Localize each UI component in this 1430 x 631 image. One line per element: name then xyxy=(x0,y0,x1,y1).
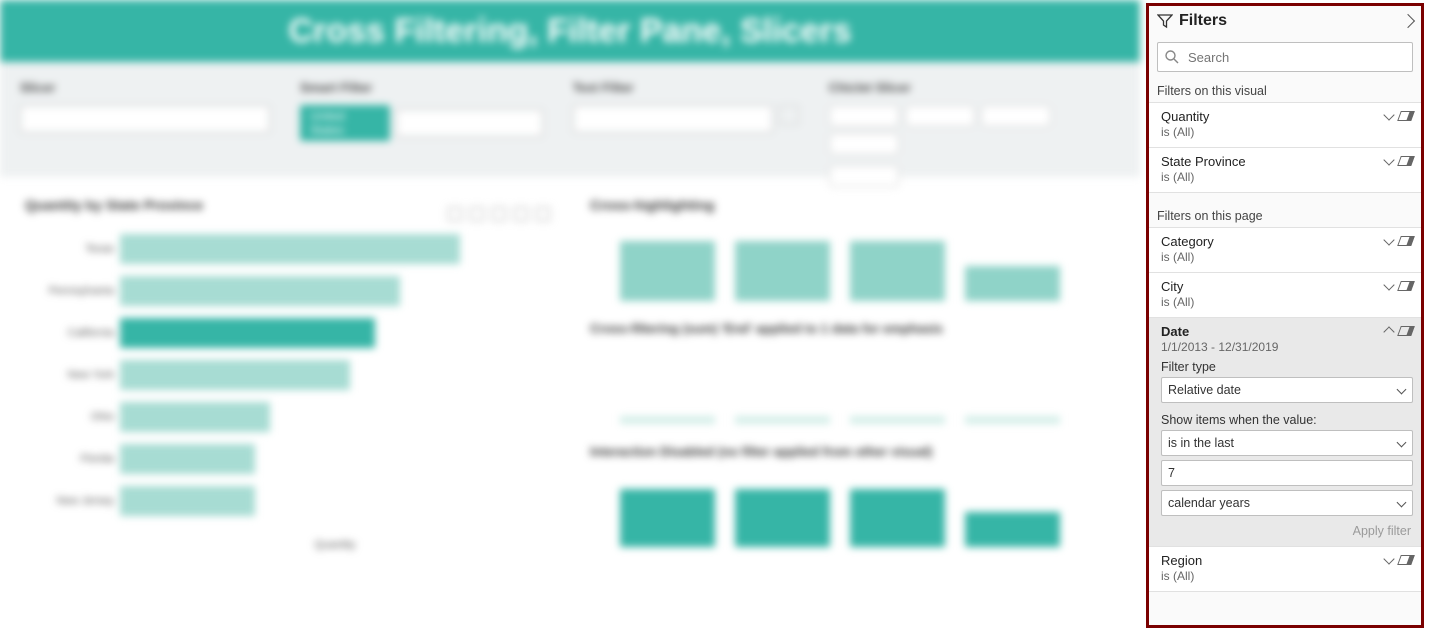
filter-card-date[interactable]: Date 1/1/2013 - 12/31/2019 Filter type R… xyxy=(1149,317,1421,546)
filter-type-label: Filter type xyxy=(1161,360,1413,374)
clear-filter-icon[interactable] xyxy=(1397,555,1415,565)
mini-chart-disabled[interactable]: Interaction Disabled (no filter applied … xyxy=(590,444,1115,547)
filter-name: Category xyxy=(1161,234,1385,249)
smart-filter-dropdown[interactable] xyxy=(396,109,542,137)
filter-icon xyxy=(1157,13,1173,29)
filter-name: Date xyxy=(1161,324,1385,339)
report-canvas: Cross Filtering, Filter Pane, Slicers Sl… xyxy=(0,0,1140,631)
search-icon xyxy=(1164,49,1180,65)
filter-name: City xyxy=(1161,279,1385,294)
eraser-icon[interactable] xyxy=(779,105,799,125)
filter-name: State Province xyxy=(1161,154,1385,169)
slicer-dropdown[interactable] xyxy=(20,105,270,133)
clear-filter-icon[interactable] xyxy=(1397,326,1415,336)
mini-chart-highlighting[interactable]: Cross-highlighting xyxy=(590,197,1115,301)
filter-type-select[interactable]: Relative date xyxy=(1161,377,1413,403)
chiclet-slicer[interactable] xyxy=(829,105,1120,155)
chevron-down-icon[interactable] xyxy=(1383,553,1394,564)
slicer-label: Slicer xyxy=(20,80,270,95)
filter-summary: is (All) xyxy=(1161,125,1385,139)
report-title-band: Cross Filtering, Filter Pane, Slicers xyxy=(0,0,1140,62)
date-number-input[interactable] xyxy=(1161,460,1413,486)
filters-search-box[interactable] xyxy=(1157,42,1413,72)
visual-toolbar[interactable] xyxy=(448,207,550,221)
filter-card-state-province[interactable]: State Province is (All) xyxy=(1149,147,1421,193)
chevron-down-icon[interactable] xyxy=(1383,109,1394,120)
date-operator-select[interactable]: is in the last xyxy=(1161,430,1413,456)
filters-search-input[interactable] xyxy=(1186,49,1406,66)
filter-summary: is (All) xyxy=(1161,295,1385,309)
filters-pane-header: Filters xyxy=(1149,6,1421,38)
mini-chart-title: Cross-highlighting xyxy=(590,197,1115,213)
apply-filter-button[interactable]: Apply filter xyxy=(1161,524,1413,538)
hbar-chart-title: Quantity by State Province xyxy=(25,197,448,213)
text-filter-label: Text Filter xyxy=(573,80,799,95)
chiclet-slicer-label: Chiclet Slicer xyxy=(829,80,1120,95)
report-title: Cross Filtering, Filter Pane, Slicers xyxy=(288,12,851,51)
chevron-down-icon[interactable] xyxy=(1383,154,1394,165)
clear-filter-icon[interactable] xyxy=(1397,281,1415,291)
clear-filter-icon[interactable] xyxy=(1397,236,1415,246)
filters-pane-title: Filters xyxy=(1179,12,1397,30)
chevron-up-icon[interactable] xyxy=(1383,326,1394,337)
slicer-strip: Slicer Smart Filter United States Text F… xyxy=(0,62,1140,177)
date-unit-select[interactable]: calendar years xyxy=(1161,490,1413,516)
filter-name: Region xyxy=(1161,553,1385,568)
filter-card-region[interactable]: Region is (All) xyxy=(1149,546,1421,592)
hbar-chart[interactable]: Texas Pennsylvania California New York O… xyxy=(25,231,550,561)
show-items-label: Show items when the value: xyxy=(1161,413,1413,427)
filter-summary: is (All) xyxy=(1161,170,1385,184)
filter-summary: 1/1/2013 - 12/31/2019 xyxy=(1161,340,1385,354)
smart-filter-label: Smart Filter xyxy=(300,80,543,95)
mini-chart-title: Interaction Disabled (no filter applied … xyxy=(590,444,1115,459)
clear-filter-icon[interactable] xyxy=(1397,111,1415,121)
hbar-axis-label: Quantity xyxy=(120,539,550,551)
filters-page-section-label: Filters on this page xyxy=(1149,207,1421,227)
chevron-down-icon[interactable] xyxy=(1383,279,1394,290)
filters-pane: Filters Filters on this visual Quantity … xyxy=(1146,3,1424,628)
mini-chart-title: Cross-filtering (sum) 'End' applied to 1… xyxy=(590,321,1115,336)
filter-card-city[interactable]: City is (All) xyxy=(1149,272,1421,317)
smart-filter-tag[interactable]: United States xyxy=(300,105,390,141)
chevron-down-icon[interactable] xyxy=(1383,234,1394,245)
text-filter-input[interactable] xyxy=(573,105,773,133)
clear-filter-icon[interactable] xyxy=(1397,156,1415,166)
filter-card-quantity[interactable]: Quantity is (All) xyxy=(1149,102,1421,147)
filter-name: Quantity xyxy=(1161,109,1385,124)
collapse-pane-icon[interactable] xyxy=(1401,14,1415,28)
filter-summary: is (All) xyxy=(1161,250,1385,264)
filters-visual-section-label: Filters on this visual xyxy=(1149,82,1421,102)
mini-chart-filtering[interactable]: Cross-filtering (sum) 'End' applied to 1… xyxy=(590,321,1115,424)
filter-summary: is (All) xyxy=(1161,569,1385,583)
filter-card-category[interactable]: Category is (All) xyxy=(1149,227,1421,272)
